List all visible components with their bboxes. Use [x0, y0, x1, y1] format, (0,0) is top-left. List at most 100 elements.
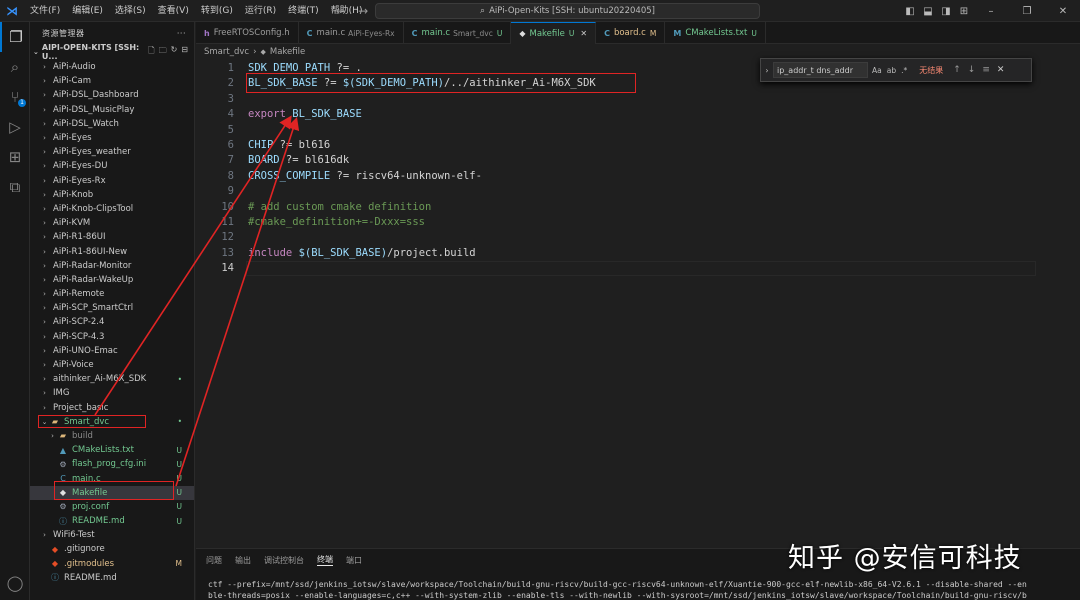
more-actions-icon[interactable]: ···	[177, 29, 186, 38]
tree-item[interactable]: › AiPi-Voice	[30, 358, 194, 372]
editor-tab[interactable]: Cmain.c AiPi-Eyes-Rx	[299, 22, 404, 44]
close-tab-icon[interactable]: ✕	[580, 29, 587, 38]
tab-label: Makefile	[529, 28, 565, 39]
tree-item[interactable]: › aithinker_Ai-M6X_SDK •	[30, 372, 194, 386]
toggle-sidebar-icon[interactable]: ◧	[902, 6, 918, 17]
back-arrow-icon[interactable]: ←	[336, 4, 346, 18]
markdown-file-icon: ⓘ	[51, 573, 59, 583]
tree-item[interactable]: › AiPi-Eyes-Rx	[30, 174, 194, 188]
line-number: 4	[227, 108, 234, 121]
collapse-all-icon[interactable]: ⊟	[181, 45, 188, 59]
menu-item[interactable]: 选择(S)	[109, 0, 152, 22]
tree-item[interactable]: › AiPi-R1-86UI	[30, 230, 194, 244]
customize-layout-icon[interactable]: ⊞	[956, 6, 972, 17]
close-window-icon[interactable]: ✕	[1046, 6, 1080, 17]
tree-item-label: AiPi-Audio	[53, 62, 96, 73]
editor-tab[interactable]: Cmain.c Smart_dvc U	[404, 22, 512, 44]
tree-item[interactable]: › AiPi-SCP_SmartCtrl	[30, 301, 194, 315]
toggle-panel-icon[interactable]: ⬓	[920, 6, 936, 17]
tree-item[interactable]: ▲ CMakeLists.txt U	[30, 443, 194, 457]
menu-item[interactable]: 转到(G)	[195, 0, 239, 22]
find-in-selection-icon[interactable]: ≡	[982, 65, 990, 75]
chevron-right-icon: ›	[43, 275, 46, 284]
refresh-icon[interactable]: ↻	[171, 45, 178, 59]
breadcrumb-file[interactable]: Makefile	[270, 47, 305, 57]
tree-item[interactable]: › Project_basic	[30, 401, 194, 415]
tree-item[interactable]: › AiPi-DSL_MusicPlay	[30, 103, 194, 117]
panel-tab[interactable]: 终端	[317, 554, 333, 566]
code-editor[interactable]: 1 SDK_DEMO_PATH ?= . 2 BL_SDK_BASE ?= $(SDK…	[196, 60, 1080, 548]
run-debug-icon[interactable]: ▷	[0, 112, 30, 142]
tree-item[interactable]: › AiPi-UNO-Emac	[30, 344, 194, 358]
breadcrumb-folder[interactable]: Smart_dvc	[204, 47, 249, 57]
tree-item[interactable]: ⓘ README.md U	[30, 514, 194, 528]
menu-item[interactable]: 查看(V)	[152, 0, 195, 22]
next-match-icon[interactable]: ↓	[968, 65, 976, 75]
tree-item[interactable]: › AiPi-Eyes-DU	[30, 159, 194, 173]
regex-option[interactable]: .*	[901, 66, 907, 75]
toggle-replace-icon[interactable]: ›	[761, 66, 773, 75]
menu-item[interactable]: 运行(R)	[239, 0, 282, 22]
menu-item[interactable]: 编辑(E)	[66, 0, 109, 22]
tree-item[interactable]: › AiPi-Eyes_weather	[30, 145, 194, 159]
tree-item-label: README.md	[64, 572, 117, 583]
tree-item[interactable]: › AiPi-Eyes	[30, 131, 194, 145]
tree-item[interactable]: › AiPi-Remote	[30, 287, 194, 301]
tree-item[interactable]: › AiPi-DSL_Watch	[30, 117, 194, 131]
editor-tab[interactable]: ◆ Makefile U ✕	[511, 22, 597, 44]
close-find-icon[interactable]: ✕	[997, 65, 1005, 75]
search-view-icon[interactable]: ⌕	[0, 52, 30, 82]
panel-tab[interactable]: 输出	[235, 555, 251, 566]
account-icon[interactable]: ◯	[0, 568, 30, 598]
editor-tab[interactable]: h FreeRTOSConfig.h	[196, 22, 299, 44]
find-input[interactable]: ip_addr_t dns_addr	[773, 62, 868, 78]
command-center[interactable]: ⌕ AiPi-Open-Kits [SSH: ubuntu20220405]	[375, 3, 760, 19]
tree-item[interactable]: ⚙ proj.conf U	[30, 500, 194, 514]
new-folder-icon[interactable]: 🗀	[159, 45, 167, 59]
source-control-icon[interactable]: ⑂ 1	[0, 82, 30, 112]
tree-item[interactable]: › AiPi-R1-86UI-New	[30, 244, 194, 258]
file-type-icon: h	[204, 28, 210, 38]
tab-label: CMakeLists.txt	[685, 28, 748, 38]
workspace-root[interactable]: ⌄ AIPI-OPEN-KITS [SSH: U... 🗋 🗀 ↻ ⊟	[30, 43, 194, 61]
tree-item[interactable]: ◆ .gitignore	[30, 542, 194, 556]
match-case-option[interactable]: Aa	[872, 66, 882, 75]
tree-item[interactable]: › AiPi-Radar-WakeUp	[30, 273, 194, 287]
explorer-icon[interactable]: ❐	[0, 22, 30, 52]
menu-item[interactable]: 文件(F)	[24, 0, 66, 22]
match-word-option[interactable]: ab	[887, 66, 896, 75]
tree-item[interactable]: › AiPi-Cam	[30, 74, 194, 88]
editor-tab[interactable]: M CMakeLists.txt U	[665, 22, 766, 44]
tree-item-label: AiPi-Remote	[53, 289, 105, 300]
tab-git-status: U	[751, 28, 757, 38]
tree-item[interactable]: › AiPi-DSL_Dashboard	[30, 88, 194, 102]
toggle-secondary-sidebar-icon[interactable]: ◨	[938, 6, 954, 17]
panel-tab[interactable]: 问题	[206, 555, 222, 566]
restore-icon[interactable]: ❐	[1010, 6, 1044, 17]
previous-match-icon[interactable]: ↑	[953, 65, 961, 75]
tree-item[interactable]: › IMG	[30, 386, 194, 400]
editor-tab[interactable]: Cboard.c M	[596, 22, 666, 44]
tree-item[interactable]: ⚙ flash_prog_cfg.ini U	[30, 457, 194, 471]
source-control-badge: 1	[18, 99, 26, 107]
tree-item[interactable]: › AiPi-Audio	[30, 60, 194, 74]
tree-item[interactable]: › AiPi-KVM	[30, 216, 194, 230]
panel-tab[interactable]: 调试控制台	[264, 555, 304, 566]
menu-item[interactable]: 终端(T)	[282, 0, 325, 22]
tree-item[interactable]: › WiFi6-Test	[30, 528, 194, 542]
remote-explorer-icon[interactable]: ⧉	[0, 172, 30, 202]
forward-arrow-icon[interactable]: →	[358, 4, 368, 18]
tree-item[interactable]: › AiPi-SCP-4.3	[30, 330, 194, 344]
tree-item[interactable]: › AiPi-Knob	[30, 188, 194, 202]
new-file-icon[interactable]: 🗋	[148, 45, 154, 59]
tree-item[interactable]: › AiPi-Radar-Monitor	[30, 259, 194, 273]
minimize-icon[interactable]: –	[974, 6, 1008, 17]
tree-item[interactable]: ◆ .gitmodules M	[30, 557, 194, 571]
tree-item[interactable]: › AiPi-SCP-2.4	[30, 315, 194, 329]
tree-item[interactable]: › AiPi-Knob-ClipsTool	[30, 202, 194, 216]
terminal-output[interactable]: ctf --prefix=/mnt/ssd/jenkins_iotsw/slav…	[196, 579, 1080, 600]
tree-item[interactable]: ⓘ README.md	[30, 571, 194, 585]
tree-item[interactable]: › ▰ build	[30, 429, 194, 443]
extensions-icon[interactable]: ⊞	[0, 142, 30, 172]
panel-tab[interactable]: 端口	[346, 555, 362, 566]
